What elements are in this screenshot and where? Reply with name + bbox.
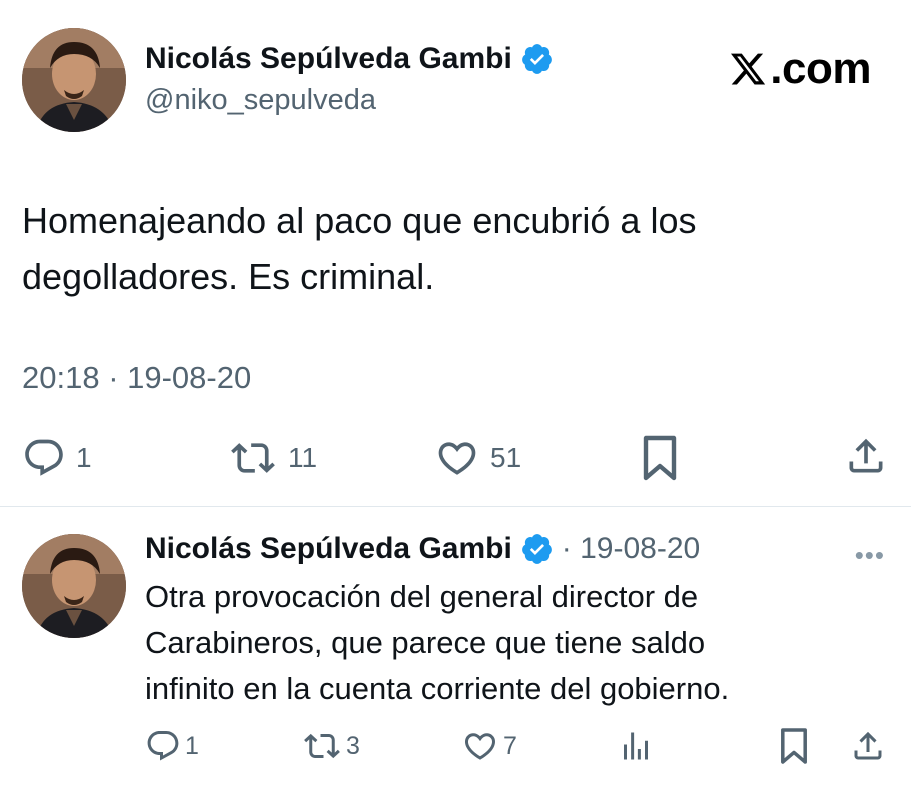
heart-icon <box>438 442 476 475</box>
tweet-timestamp[interactable]: 20:18 · 19-08-20 <box>22 360 251 396</box>
retweet-icon <box>304 733 340 759</box>
reply-like-button[interactable]: 7 <box>461 728 517 764</box>
brand-text: .com <box>770 44 871 93</box>
more-options-button[interactable]: ••• <box>855 540 885 571</box>
reply-text: Otra provocación del general director de… <box>145 574 885 712</box>
tweet-text-line: degolladores. Es criminal. <box>22 256 435 297</box>
reply-retweet-button[interactable]: 3 <box>302 728 360 764</box>
reply-bookmark-button[interactable] <box>778 726 810 766</box>
views-button[interactable] <box>618 728 654 764</box>
verified-badge-icon <box>521 44 552 74</box>
verified-badge-icon <box>521 534 552 564</box>
share-icon <box>849 438 883 473</box>
reply-author-name-text[interactable]: Nicolás Sepúlveda Gambi <box>145 532 512 566</box>
x-logo-icon <box>731 53 766 85</box>
author-name[interactable]: Nicolás Sepúlveda Gambi <box>145 42 554 76</box>
reply-button[interactable]: 1 <box>22 436 92 480</box>
reply-share-button[interactable] <box>850 728 886 764</box>
reply-date[interactable]: · 19-08-20 <box>562 532 700 566</box>
views-chart-icon <box>624 732 648 760</box>
reply-retweet-count: 3 <box>346 731 360 760</box>
reply-reply-count: 1 <box>185 731 199 760</box>
reply-author-avatar[interactable] <box>22 534 126 638</box>
reply-icon <box>147 731 179 761</box>
reply-author-name[interactable]: Nicolás Sepúlveda Gambi · 19-08-20 <box>145 532 700 566</box>
author-name-text[interactable]: Nicolás Sepúlveda Gambi <box>145 42 512 76</box>
tweet-text-line: Homenajeando al paco que encubrió a los <box>22 200 697 241</box>
divider <box>0 506 911 507</box>
share-button[interactable] <box>844 434 888 478</box>
like-button[interactable]: 51 <box>434 436 521 480</box>
reply-count: 1 <box>76 442 92 473</box>
brand-logo: .com <box>728 44 871 94</box>
reply-text-line: infinito en la cuenta corriente del gobi… <box>145 671 730 706</box>
retweet-count: 11 <box>288 442 318 473</box>
reply-like-count: 7 <box>503 731 517 760</box>
reply-reply-button[interactable]: 1 <box>145 728 199 764</box>
tweet-text: Homenajeando al paco que encubrió a los … <box>22 193 882 305</box>
bookmark-icon <box>781 728 807 764</box>
share-icon <box>854 731 882 760</box>
retweet-button[interactable]: 11 <box>228 436 317 480</box>
bookmark-button[interactable] <box>640 434 680 482</box>
author-avatar[interactable] <box>22 28 126 132</box>
reply-text-line: Otra provocación del general director de <box>145 579 699 614</box>
reply-icon <box>25 439 63 476</box>
reply-text-line: Carabineros, que parece que tiene saldo <box>145 625 706 660</box>
bookmark-icon <box>643 435 677 481</box>
like-count: 51 <box>490 442 522 473</box>
retweet-icon <box>231 443 275 473</box>
heart-icon <box>464 733 496 760</box>
author-handle[interactable]: @niko_sepulveda <box>145 84 376 117</box>
